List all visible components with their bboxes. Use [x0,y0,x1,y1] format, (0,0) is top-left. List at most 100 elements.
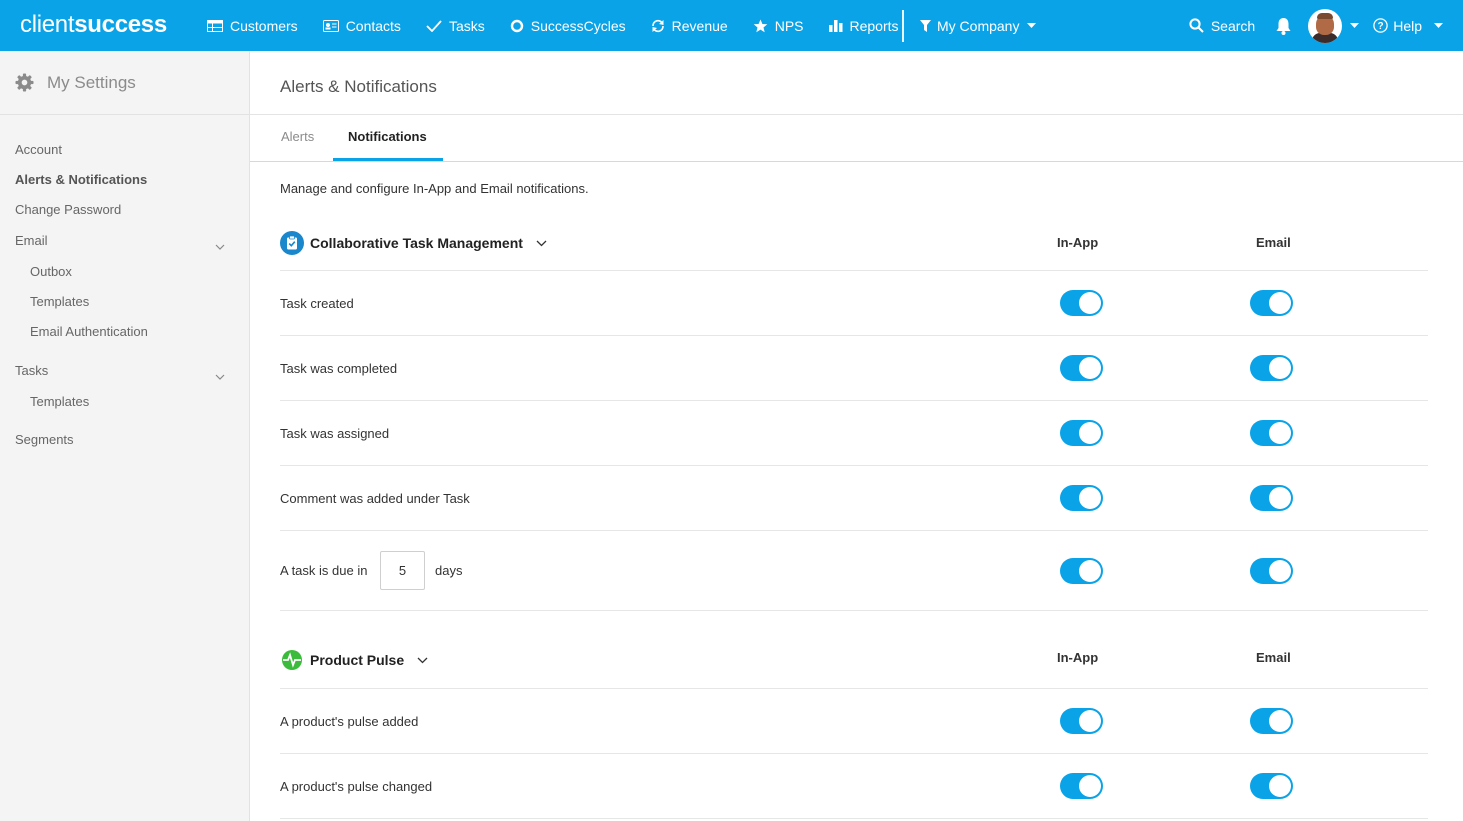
table-icon [207,19,223,32]
tabs-divider [250,161,1463,162]
in-app-toggle[interactable] [1060,355,1103,381]
circle-icon [510,19,523,32]
row-divider [280,818,1428,819]
nav-nps[interactable]: NPS [753,0,804,51]
question-circle-icon: ? [1373,18,1388,33]
email-toggle[interactable] [1250,708,1293,734]
clipboard-check-icon [280,231,304,255]
in-app-toggle[interactable] [1060,420,1103,446]
sidebar-item-outbox[interactable]: Outbox [30,264,72,279]
main-nav: Customers Contacts Tasks SuccessCycles R… [207,0,924,51]
nav-revenue-label: Revenue [671,17,728,34]
email-toggle[interactable] [1250,420,1293,446]
due-days-suffix: days [435,563,463,578]
tasks-expand-toggle[interactable] [215,367,225,385]
toggle-knob [1079,487,1101,509]
section-title: Product Pulse [310,652,405,668]
sidebar-item-email-templates[interactable]: Templates [30,294,89,309]
filter-icon [920,19,931,32]
toggle-knob [1269,710,1291,732]
brand-logo-part2: success [74,11,167,38]
notification-label: Task was completed [280,361,398,376]
nav-nps-label: NPS [774,17,804,34]
toggle-knob [1079,292,1101,314]
in-app-toggle[interactable] [1060,773,1103,799]
chevron-down-icon [1027,23,1037,28]
chevron-down-icon [1350,23,1360,28]
in-app-toggle[interactable] [1060,290,1103,316]
toggle-knob [1269,422,1291,444]
email-toggle[interactable] [1250,355,1293,381]
tab-notifications[interactable]: Notifications [348,129,427,144]
brand-logo[interactable]: clientsuccess [20,11,167,39]
sidebar-header: My Settings [0,51,249,115]
search-button[interactable]: Search [1189,18,1255,34]
section-collapse-toggle[interactable] [536,240,547,247]
section-collapse-toggle[interactable] [417,657,428,664]
nav-reports[interactable]: Reports [828,0,899,51]
sidebar-item-account[interactable]: Account [15,142,62,157]
row-divider [280,610,1428,611]
star-icon [753,19,768,32]
column-header-email: Email [1256,235,1291,250]
nav-contacts[interactable]: Contacts [322,0,401,51]
chevron-down-icon [417,657,428,663]
toggle-knob [1269,357,1291,379]
top-navbar: clientsuccess Customers Contacts Tasks S… [0,0,1463,51]
due-days-input[interactable] [380,551,425,590]
column-header-email: Email [1256,650,1291,665]
search-label: Search [1210,17,1256,34]
nav-successcycles[interactable]: SuccessCycles [510,0,626,51]
sidebar-title: My Settings [47,72,136,92]
sidebar-item-tasks[interactable]: Tasks [15,363,48,378]
user-menu-caret[interactable] [1350,23,1360,28]
main-content: Alerts & Notifications Alerts Notificati… [250,51,1463,821]
refresh-icon [651,19,664,32]
nav-customers[interactable]: Customers [207,0,298,51]
page-title: Alerts & Notifications [280,77,437,96]
section-title: Collaborative Task Management [310,235,523,251]
toggle-knob [1079,710,1101,732]
gear-icon [15,73,34,92]
section-header-task-management: Collaborative Task Management [280,231,547,255]
chevron-down-icon [536,240,547,246]
nav-contacts-label: Contacts [345,17,401,34]
pulse-icon [282,650,302,670]
notification-label: Comment was added under Task [280,491,470,506]
in-app-toggle[interactable] [1060,708,1103,734]
help-menu[interactable]: ? Help [1373,18,1443,34]
email-toggle[interactable] [1250,558,1293,584]
sidebar-item-email-authentication[interactable]: Email Authentication [30,324,148,339]
nav-tasks-label: Tasks [448,17,485,34]
in-app-toggle[interactable] [1060,485,1103,511]
toggle-knob [1079,775,1101,797]
sidebar-item-email[interactable]: Email [15,233,48,248]
notifications-bell[interactable] [1275,17,1292,35]
in-app-toggle[interactable] [1060,558,1103,584]
right-nav: Search ? Help [1189,0,1463,51]
email-toggle[interactable] [1250,290,1293,316]
tab-alerts[interactable]: Alerts [281,129,314,144]
sidebar-item-change-password[interactable]: Change Password [15,202,121,217]
email-toggle[interactable] [1250,485,1293,511]
email-expand-toggle[interactable] [215,237,225,255]
sidebar-item-segments[interactable]: Segments [15,432,74,447]
company-filter-dropdown[interactable]: My Company [920,0,1042,51]
notification-label: Task created [280,296,354,311]
row-divider [280,753,1428,754]
header-divider [250,114,1463,115]
brand-logo-part1: client [20,11,75,38]
sidebar-item-alerts-notifications[interactable]: Alerts & Notifications [15,172,147,187]
email-toggle[interactable] [1250,773,1293,799]
avatar[interactable] [1308,8,1343,43]
column-header-in-app: In-App [1057,235,1099,250]
nav-tasks[interactable]: Tasks [426,0,485,51]
id-card-icon [322,19,339,32]
sidebar-item-task-templates[interactable]: Templates [30,394,89,409]
help-label: Help [1393,17,1422,34]
toggle-knob [1079,357,1101,379]
nav-reports-label: Reports [849,17,899,34]
toggle-knob [1269,487,1291,509]
notification-label: A task is due in [280,563,368,578]
nav-revenue[interactable]: Revenue [651,0,728,51]
